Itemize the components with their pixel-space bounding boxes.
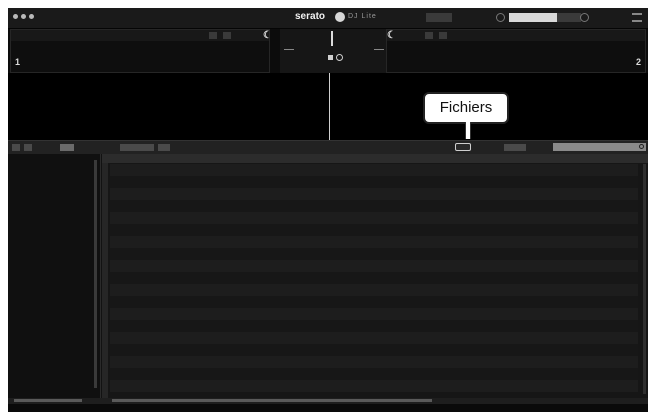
table-vertical-scrollbar[interactable] [643,164,646,394]
minimize-window-dot[interactable] [21,14,26,19]
table-row[interactable] [110,368,638,380]
upgrade-button[interactable] [509,13,559,22]
window-controls[interactable] [13,14,34,19]
table-row[interactable] [110,356,638,368]
table-row[interactable] [110,212,638,224]
status-bar [8,404,648,412]
table-row[interactable] [110,320,638,332]
deck-2-play-button[interactable] [439,32,447,39]
table-row[interactable] [110,344,638,356]
deck-1[interactable]: ☾ 1 [10,29,272,73]
files-callout: Fichiers [423,92,509,124]
app-brand: serato [295,11,326,22]
crate-sidebar[interactable] [8,154,101,398]
track-table[interactable] [102,154,648,398]
library-toolbar [8,140,648,154]
table-row[interactable] [110,296,638,308]
deck-2-tempo-icon: ☾ [387,30,396,41]
search-input[interactable] [553,143,646,151]
deck-2[interactable]: ☾ 2 [386,29,646,73]
table-row[interactable] [110,188,638,200]
table-row[interactable] [110,248,638,260]
analyze-files-button[interactable] [120,144,154,151]
table-row[interactable] [110,308,638,320]
deck-2-sync-button[interactable] [425,32,433,39]
table-horizontal-scrollbar[interactable] [112,399,432,402]
add-smart-crate-icon[interactable] [24,144,32,151]
playhead-marker [329,73,330,140]
close-window-dot[interactable] [13,14,18,19]
deck-1-play-button[interactable] [223,32,231,39]
serato-app-window: serato DJ Lite ☾ 1 ☾ 2 Fichiers [8,8,648,412]
title-bar: serato DJ Lite [8,8,648,29]
maximize-window-dot[interactable] [29,14,34,19]
table-row[interactable] [110,380,638,392]
decks-area: ☾ 1 ☾ 2 [8,29,648,73]
prepare-button[interactable] [504,144,526,151]
library-view-button[interactable] [60,144,74,151]
fx-toggle-icon[interactable] [336,54,343,61]
callout-pointer [465,122,471,139]
table-row[interactable] [110,200,638,212]
deck-1-sync-button[interactable] [209,32,217,39]
track-table-header [102,154,648,163]
deck-2-number: 2 [635,57,641,67]
deck-1-tempo-icon: ☾ [263,30,272,41]
table-row[interactable] [110,164,638,176]
table-row[interactable] [110,224,638,236]
right-level-meter [374,49,384,50]
table-left-scroll[interactable] [102,163,108,398]
add-crate-icon[interactable] [12,144,20,151]
sidebar-horizontal-scrollbar[interactable] [14,399,82,402]
online-status-icon[interactable] [496,13,505,22]
mode-selector[interactable] [426,13,452,22]
app-product: DJ Lite [348,13,377,20]
waveform-display[interactable] [8,73,648,140]
search-icon [639,144,644,149]
mixer-icon[interactable] [328,55,333,60]
table-row[interactable] [110,272,638,284]
mixer-panel [280,29,388,73]
deck-1-number: 1 [15,57,21,67]
table-row[interactable] [110,236,638,248]
table-row[interactable] [110,260,638,272]
menu-icon[interactable] [632,13,642,22]
settings-icon[interactable] [580,13,589,22]
sidebar-scrollbar[interactable] [94,160,97,388]
library-options-button[interactable] [158,144,170,151]
crossfader[interactable] [331,31,333,46]
table-row[interactable] [110,176,638,188]
table-row[interactable] [110,284,638,296]
view-selector[interactable] [557,13,581,22]
table-row[interactable] [110,332,638,344]
files-callout-label: Fichiers [439,99,493,116]
serato-logo-icon [335,12,345,22]
left-level-meter [284,49,294,50]
files-button[interactable] [455,143,471,151]
